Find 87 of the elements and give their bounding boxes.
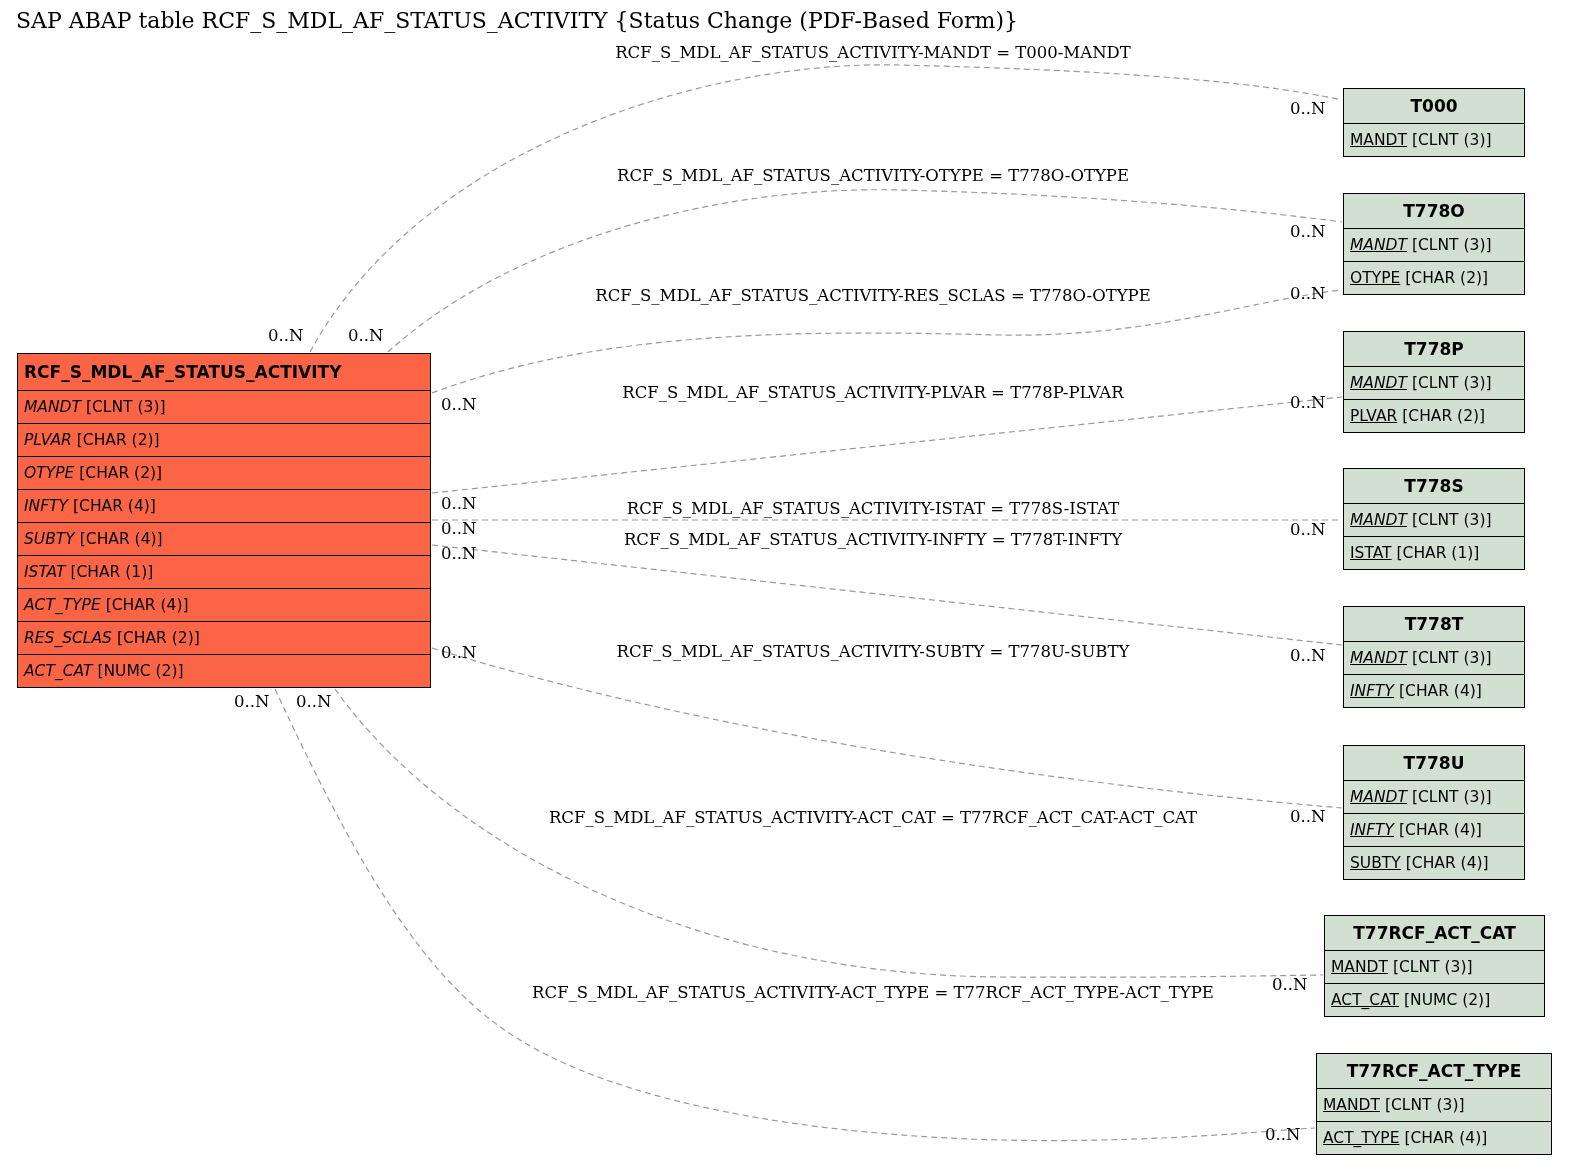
field-name: ACT_CAT — [24, 662, 93, 680]
field-type: [CLNT (3)] — [86, 398, 166, 416]
field-name: MANDT — [1350, 649, 1407, 667]
table-header: T000 — [1409, 95, 1459, 118]
table-header: T77RCF_ACT_TYPE — [1345, 1060, 1523, 1083]
cardinality-label: 0..N — [1290, 520, 1326, 540]
field-name: MANDT — [1350, 374, 1407, 392]
field-type: [CLNT (3)] — [1385, 1096, 1465, 1114]
field-type: [CHAR (2)] — [1402, 407, 1486, 425]
cardinality-label: 0..N — [1290, 284, 1326, 304]
field-type: [CHAR (4)] — [1399, 682, 1482, 700]
cardinality-label: 0..N — [1290, 99, 1326, 119]
field-name: ACT_CAT — [1331, 991, 1400, 1009]
cardinality-label: 0..N — [348, 326, 384, 346]
cardinality-label: 0..N — [1265, 1125, 1301, 1145]
cardinality-label: 0..N — [1290, 393, 1326, 413]
relation-label: RCF_S_MDL_AF_STATUS_ACTIVITY-OTYPE = T778O-OTYPE — [617, 166, 1129, 186]
cardinality-label: 0..N — [441, 544, 477, 564]
cardinality-label: 0..N — [1290, 222, 1326, 242]
field-name: MANDT — [1331, 958, 1388, 976]
table-header: T77RCF_ACT_CAT — [1352, 922, 1517, 945]
field-type: [CHAR (4)] — [105, 596, 189, 614]
cardinality-label: 0..N — [441, 643, 477, 663]
cardinality-label: 0..N — [441, 395, 477, 415]
field-name: INFTY — [24, 497, 69, 515]
field-name: MANDT — [1350, 511, 1407, 529]
field-type: [CHAR (4)] — [1404, 1129, 1488, 1147]
field-name: RES_SCLAS — [24, 629, 112, 647]
field-name: ACT_TYPE — [1323, 1129, 1400, 1147]
field-type: [CLNT (3)] — [1412, 374, 1492, 392]
field-name: MANDT — [24, 398, 81, 416]
relation-label: RCF_S_MDL_AF_STATUS_ACTIVITY-SUBTY = T778U-SUBTY — [616, 642, 1130, 662]
cardinality-label: 0..N — [1290, 646, 1326, 666]
field-type: [CHAR (2)] — [76, 431, 160, 449]
field-type: [CHAR (2)] — [1405, 269, 1489, 287]
field-type: [NUMC (2)] — [1404, 991, 1491, 1009]
field-type: [CLNT (3)] — [1412, 511, 1492, 529]
table-header: T778S — [1403, 475, 1465, 498]
diagram-title: SAP ABAP table RCF_S_MDL_AF_STATUS_ACTIVITY {Status Change (PDF-Based Form)} — [16, 8, 1018, 33]
cardinality-label: 0..N — [1272, 975, 1308, 995]
field-type: [CHAR (2)] — [79, 464, 163, 482]
table-header: T778O — [1402, 200, 1466, 223]
field-name: ISTAT — [1350, 544, 1392, 562]
field-name: SUBTY — [24, 530, 75, 548]
relation-label: RCF_S_MDL_AF_STATUS_ACTIVITY-ISTAT = T778S-ISTAT — [626, 499, 1120, 519]
field-name: SUBTY — [1350, 854, 1401, 872]
cardinality-label: 0..N — [296, 692, 332, 712]
field-name: MANDT — [1350, 131, 1407, 149]
relation-label: RCF_S_MDL_AF_STATUS_ACTIVITY-ACT_TYPE = T77RCF_ACT_TYPE-ACT_TYPE — [532, 983, 1214, 1003]
field-name: ISTAT — [24, 563, 66, 581]
cardinality-label: 0..N — [441, 494, 477, 514]
field-type: [CHAR (4)] — [1405, 854, 1489, 872]
field-name: MANDT — [1350, 788, 1407, 806]
field-name: INFTY — [1350, 821, 1395, 839]
field-type: [CHAR (4)] — [73, 497, 156, 515]
field-type: [CLNT (3)] — [1412, 649, 1492, 667]
cardinality-label: 0..N — [268, 326, 304, 346]
field-type: [CHAR (2)] — [116, 629, 200, 647]
table-header: RCF_S_MDL_AF_STATUS_ACTIVITY — [23, 361, 343, 384]
field-name: PLVAR — [24, 431, 72, 449]
field-name: MANDT — [1323, 1096, 1380, 1114]
field-name: MANDT — [1350, 236, 1407, 254]
relation-label: RCF_S_MDL_AF_STATUS_ACTIVITY-INFTY = T778T-INFTY — [623, 530, 1123, 550]
field-name: OTYPE — [24, 464, 75, 482]
field-type: [CLNT (3)] — [1412, 788, 1492, 806]
field-name: ACT_TYPE — [24, 596, 101, 614]
relation-label: RCF_S_MDL_AF_STATUS_ACTIVITY-MANDT = T000-MANDT — [615, 43, 1131, 63]
field-type: [NUMC (2)] — [97, 662, 184, 680]
field-type: [CLNT (3)] — [1393, 958, 1473, 976]
table-header: T778U — [1402, 752, 1466, 775]
relation-label: RCF_S_MDL_AF_STATUS_ACTIVITY-RES_SCLAS = T778O-OTYPE — [595, 286, 1151, 306]
cardinality-label: 0..N — [1290, 807, 1326, 827]
field-type: [CHAR (1)] — [70, 563, 154, 581]
table-header: T778T — [1403, 613, 1465, 636]
relation-label: RCF_S_MDL_AF_STATUS_ACTIVITY-PLVAR = T778P-PLVAR — [622, 383, 1124, 403]
field-type: [CLNT (3)] — [1412, 236, 1492, 254]
field-type: [CHAR (4)] — [1399, 821, 1482, 839]
field-type: [CHAR (1)] — [1396, 544, 1480, 562]
cardinality-label: 0..N — [234, 692, 270, 712]
field-name: INFTY — [1350, 682, 1395, 700]
cardinality-label: 0..N — [441, 519, 477, 539]
relation-label: RCF_S_MDL_AF_STATUS_ACTIVITY-ACT_CAT = T77RCF_ACT_CAT-ACT_CAT — [548, 808, 1198, 828]
field-name: PLVAR — [1350, 407, 1398, 425]
field-type: [CLNT (3)] — [1412, 131, 1492, 149]
field-type: [CHAR (4)] — [79, 530, 163, 548]
table-header: T778P — [1403, 338, 1465, 361]
field-name: OTYPE — [1350, 269, 1401, 287]
